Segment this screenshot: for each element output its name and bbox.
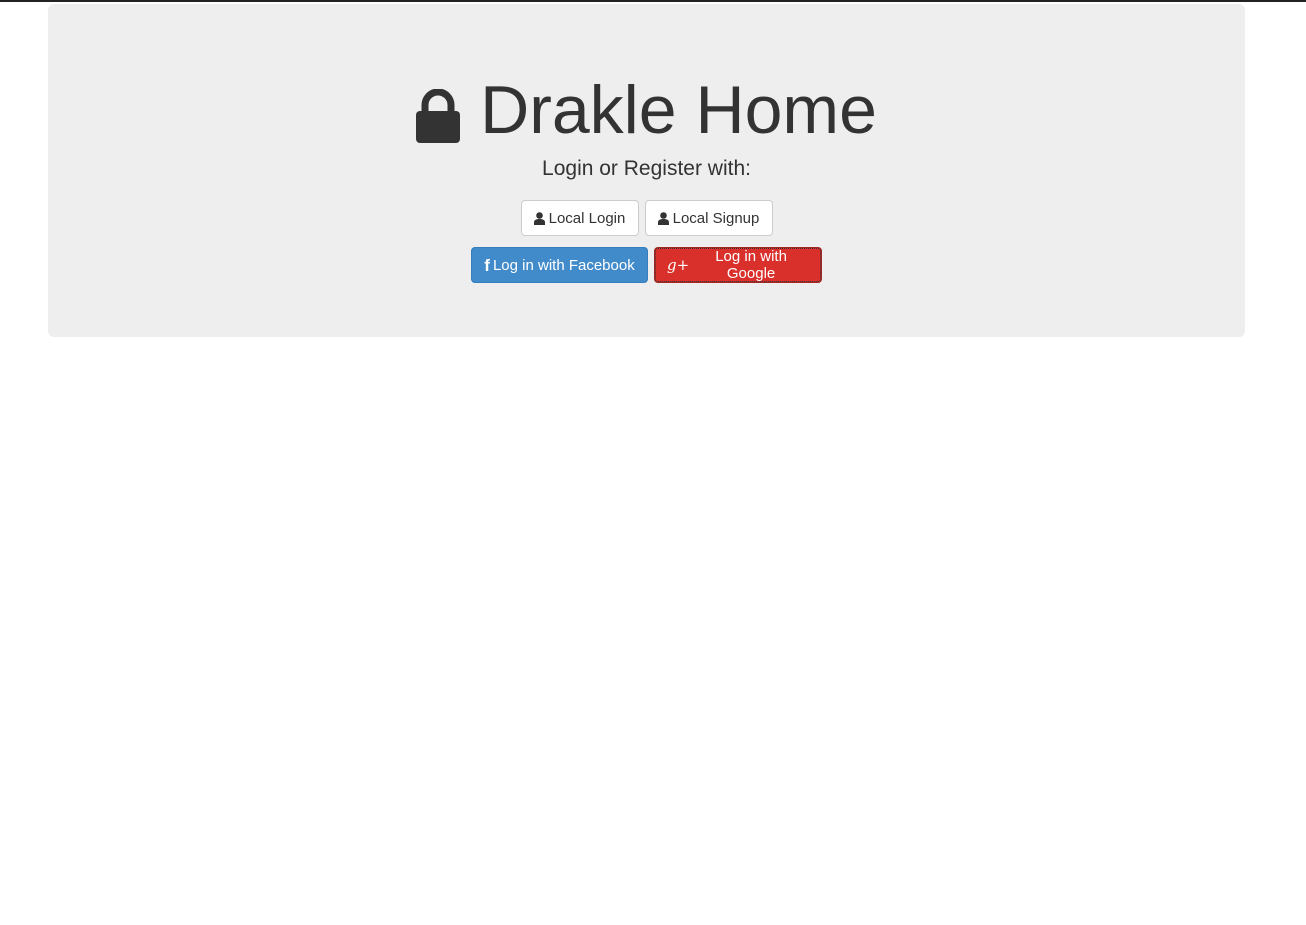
google-plus-icon: g+ [667,255,690,274]
page-title: Drakle Home [48,70,1245,150]
local-signup-label: Local Signup [672,209,760,227]
local-login-button[interactable]: Local Login [520,200,639,236]
subtitle: Login or Register with: [542,157,751,180]
top-border [0,0,1306,2]
jumbotron: Drakle Home Login or Register with: Loca… [48,4,1245,337]
social-auth-row: f Log in with Facebook g+ Log in with Go… [48,247,1245,283]
local-signup-button[interactable]: Local Signup [644,200,773,236]
local-login-label: Local Login [548,209,626,227]
local-auth-row: Local Login Local Signup [48,200,1245,236]
google-login-label: Log in with Google [715,248,787,282]
facebook-icon: f [484,255,490,275]
lock-icon [416,81,461,143]
user-icon [657,211,669,225]
facebook-login-label: Log in with Facebook [492,256,635,274]
title-text: Drakle Home [480,72,877,148]
facebook-login-button[interactable]: f Log in with Facebook [471,247,648,283]
user-icon [533,211,545,225]
google-login-button[interactable]: g+ Log in with Google [654,247,822,283]
